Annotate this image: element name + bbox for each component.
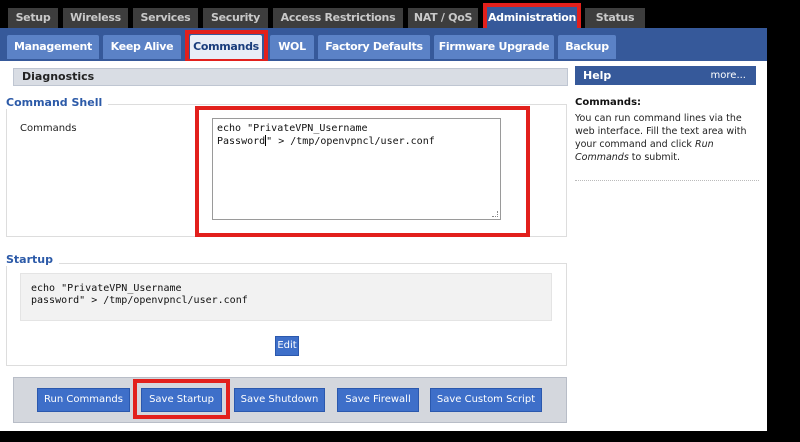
subtab-wol[interactable]: WOL bbox=[270, 35, 314, 59]
tab-setup[interactable]: Setup bbox=[8, 8, 58, 28]
subtab-factory-defaults[interactable]: Factory Defaults bbox=[318, 35, 430, 59]
save-shutdown-button[interactable]: Save Shutdown bbox=[234, 388, 325, 412]
help-text: You can run command lines via the web in… bbox=[575, 112, 759, 164]
tab-wireless[interactable]: Wireless bbox=[63, 8, 128, 28]
subtab-firmware-upgrade[interactable]: Firmware Upgrade bbox=[434, 35, 554, 59]
commands-textarea[interactable]: echo "PrivateVPN_Username Password" > /t… bbox=[212, 118, 501, 220]
help-heading: Help bbox=[583, 69, 612, 82]
tab-security[interactable]: Security bbox=[203, 8, 268, 28]
subtab-commands[interactable]: Commands bbox=[190, 35, 262, 59]
commands-text-line2-end: " > /tmp/openvpncl/user.conf bbox=[266, 136, 435, 147]
subtab-backup[interactable]: Backup bbox=[558, 35, 616, 59]
router-admin-page: Setup Wireless Services Security Access … bbox=[0, 0, 800, 442]
help-text-part1: You can run command lines via the web in… bbox=[575, 113, 747, 150]
help-divider bbox=[575, 180, 759, 181]
run-commands-button[interactable]: Run Commands bbox=[37, 388, 130, 412]
help-title: Commands: bbox=[575, 97, 642, 108]
edit-startup-button[interactable]: Edit bbox=[275, 336, 299, 356]
command-shell-legend: Command Shell bbox=[6, 96, 109, 109]
help-text-part2: to submit. bbox=[628, 152, 680, 163]
save-firewall-button[interactable]: Save Firewall bbox=[337, 388, 419, 412]
startup-script-display: echo "PrivateVPN_Username password" > /t… bbox=[20, 273, 552, 321]
tab-services[interactable]: Services bbox=[133, 8, 198, 28]
commands-text-line2-start: Password bbox=[217, 136, 266, 147]
save-custom-script-button[interactable]: Save Custom Script bbox=[430, 388, 542, 412]
diagnostics-heading: Diagnostics bbox=[13, 68, 568, 86]
startup-legend: Startup bbox=[6, 253, 59, 266]
tab-status[interactable]: Status bbox=[585, 8, 645, 28]
commands-text-line1: echo "PrivateVPN_Username bbox=[217, 123, 368, 134]
resize-grip-icon[interactable] bbox=[492, 211, 498, 217]
help-more-link[interactable]: more... bbox=[711, 66, 746, 85]
tab-administration[interactable]: Administration bbox=[487, 6, 577, 30]
commands-label: Commands bbox=[20, 123, 77, 134]
tab-nat-qos[interactable]: NAT / QoS bbox=[408, 8, 478, 28]
subtab-keep-alive[interactable]: Keep Alive bbox=[103, 35, 181, 59]
tab-access-restrictions[interactable]: Access Restrictions bbox=[273, 8, 403, 28]
subtab-management[interactable]: Management bbox=[7, 35, 99, 59]
help-header: Help more... bbox=[575, 66, 756, 85]
save-startup-button[interactable]: Save Startup bbox=[141, 388, 222, 412]
